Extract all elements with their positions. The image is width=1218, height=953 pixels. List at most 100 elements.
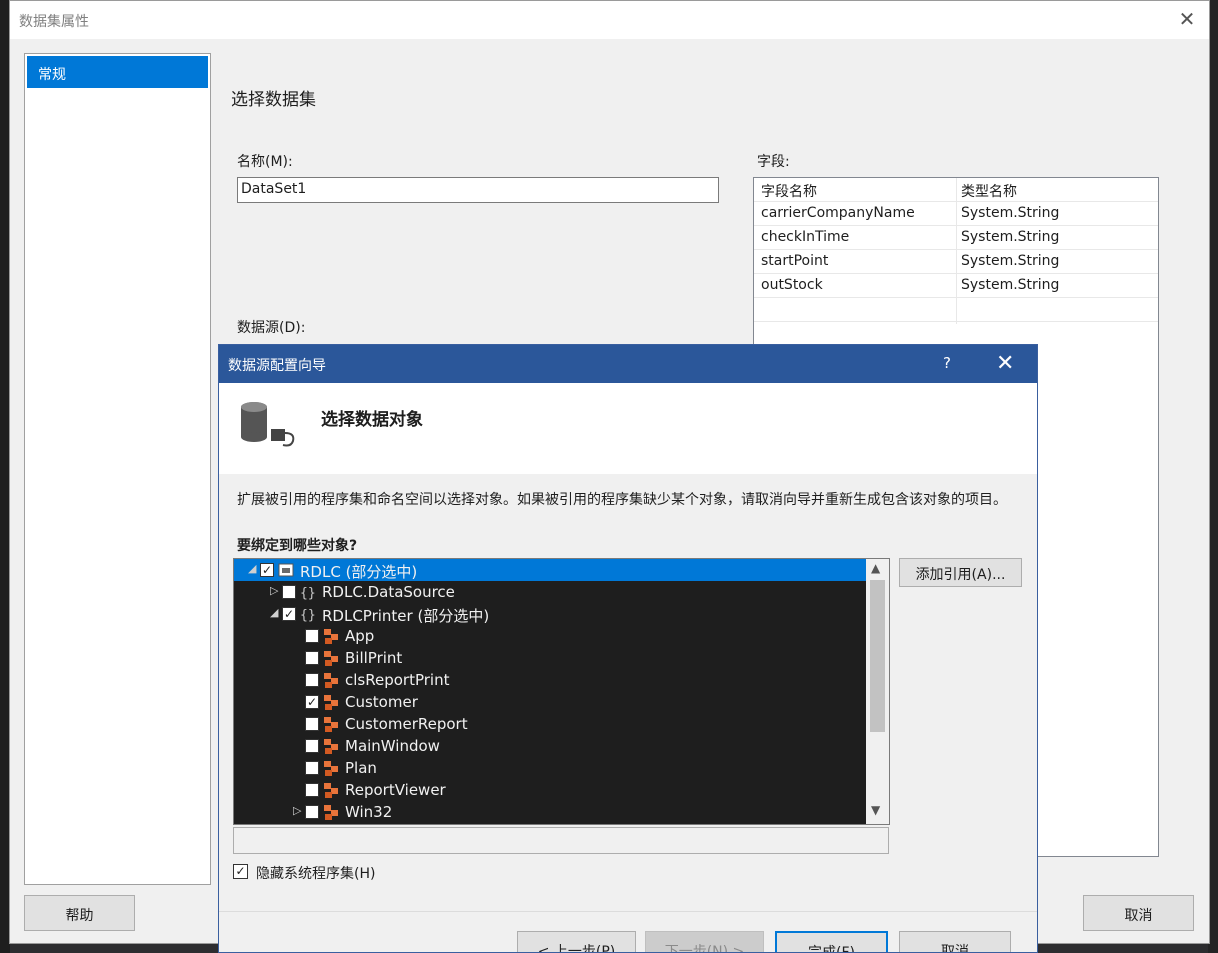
checkbox-icon[interactable]: ✓ [233,864,248,879]
table-header-row: 字段名称 类型名称 [754,178,1158,202]
expand-arrow-icon[interactable]: ▷ [270,584,278,597]
tree-item-label: RDLC.DataSource [322,583,455,601]
collapse-arrow-icon[interactable]: ◢ [270,606,278,619]
tree-item[interactable]: clsReportPrint [234,669,866,691]
close-icon[interactable]: ✕ [1177,9,1197,29]
footer-divider [219,911,1037,912]
tree-item[interactable]: BillPrint [234,647,866,669]
field-name-cell: outStock [761,277,823,293]
hide-system-label: 隐藏系统程序集(H) [256,866,376,882]
tree-item[interactable]: ▷ {} RDLC.DataSource [234,581,866,603]
field-name-cell: carrierCompanyName [761,205,915,221]
database-icon [241,402,295,447]
wizard-cancel-button[interactable]: 取消 [899,931,1011,952]
tree-item[interactable]: ◢ ✓ {} RDLCPrinter (部分选中) [234,603,866,625]
class-icon [324,805,338,820]
tree-item[interactable]: MainWindow [234,735,866,757]
tree-item-label: BillPrint [345,649,403,667]
tree-checkbox[interactable]: ✓ [282,607,296,621]
object-tree[interactable]: ◢ ✓ RDLC (部分选中) ▷ {} RDLC.DataSource ◢ ✓ {} RDLCP… [233,558,890,825]
fields-label: 字段: [757,154,790,170]
name-label: 名称(M): [237,154,293,170]
tree-item-label: Win32 [345,803,393,821]
table-row-empty[interactable] [754,298,1158,322]
tree-item-label: Plan [345,759,377,777]
wizard-description: 扩展被引用的程序集和命名空间以选择对象。如果被引用的程序集缺少某个对象，请取消向… [237,492,1007,508]
tree-checkbox[interactable] [305,651,319,665]
column-header-field-name[interactable]: 字段名称 [761,181,817,201]
tree-checkbox[interactable] [305,805,319,819]
tree-item[interactable]: CustomerReport [234,713,866,735]
class-icon [324,739,338,754]
next-button[interactable]: 下一步(N) > [645,931,764,952]
help-button[interactable]: 帮助 [24,895,135,931]
assembly-icon [278,563,294,577]
finish-button[interactable]: 完成(F) [775,931,888,952]
wizard-title: 数据源配置向导 [228,358,326,374]
type-name-cell: System.String [961,277,1060,293]
class-icon [324,673,338,688]
tree-item-label: CustomerReport [345,715,468,733]
tree-item-label: RDLC (部分选中) [300,563,418,581]
class-icon [324,783,338,798]
tree-scrollbar[interactable]: ▲ ▼ [866,559,889,824]
scrollbar-thumb[interactable] [870,580,885,732]
prev-button[interactable]: < 上一步(P) [517,931,636,952]
help-icon[interactable]: ? [943,354,951,372]
scroll-up-icon[interactable]: ▲ [871,561,880,575]
collapse-arrow-icon[interactable]: ◢ [248,562,256,575]
tree-item[interactable]: App [234,625,866,647]
tree-checkbox[interactable]: ✓ [260,563,274,577]
datasource-label: 数据源(D): [237,320,306,336]
class-icon [324,695,338,710]
scroll-down-icon[interactable]: ▼ [871,803,880,817]
nav-item-general[interactable]: 常规 [27,56,208,88]
tree-checkbox[interactable] [305,739,319,753]
table-row[interactable]: outStock System.String [754,274,1158,298]
table-row[interactable]: startPoint System.String [754,250,1158,274]
wizard-title-bar: 数据源配置向导 ? ✕ [219,345,1037,383]
tree-item[interactable]: ✓ Customer [234,691,866,713]
tree-item-label: App [345,627,375,645]
nav-panel: 常规 [24,53,211,885]
tree-item[interactable]: Plan [234,757,866,779]
tree-item[interactable]: ▷ Win32 [234,801,866,823]
class-icon [324,761,338,776]
tree-item[interactable]: ◢ ✓ RDLC (部分选中) [234,559,866,581]
section-title: 选择数据集 [231,90,316,110]
column-header-type-name[interactable]: 类型名称 [961,181,1017,201]
add-reference-button[interactable]: 添加引用(A)... [899,558,1022,587]
tree-checkbox[interactable]: ✓ [305,695,319,709]
tree-item-label: Customer [345,693,418,711]
datasource-wizard-dialog: 数据源配置向导 ? ✕ 选择数据对象 扩展被引用的程序集和命名空间以选择对象。如… [218,344,1038,953]
tree-checkbox[interactable] [305,673,319,687]
tree-item-label: clsReportPrint [345,671,450,689]
dialog-title: 数据集属性 [19,14,89,30]
tree-item-label: RDLCPrinter (部分选中) [322,607,490,625]
type-name-cell: System.String [961,229,1060,245]
tree-checkbox[interactable] [305,717,319,731]
expand-arrow-icon[interactable]: ▷ [293,804,301,817]
table-row[interactable]: checkInTime System.String [754,226,1158,250]
name-input[interactable]: DataSet1 [237,177,719,203]
type-name-cell: System.String [961,205,1060,221]
tree-checkbox[interactable] [305,629,319,643]
svg-text:{}: {} [300,586,316,601]
tree-item-label: MainWindow [345,737,440,755]
wizard-header: 选择数据对象 [219,383,1037,474]
tree-item[interactable]: ReportViewer [234,779,866,801]
cancel-button[interactable]: 取消 [1083,895,1194,931]
namespace-icon: {} [300,586,316,601]
namespace-icon: {} [300,608,316,623]
svg-text:{}: {} [300,608,316,623]
close-icon[interactable]: ✕ [996,351,1014,376]
tree-item-label: ReportViewer [345,781,446,799]
wizard-header-title: 选择数据对象 [321,410,423,430]
tree-checkbox[interactable] [305,783,319,797]
field-name-cell: startPoint [761,253,829,269]
table-row[interactable]: carrierCompanyName System.String [754,202,1158,226]
tree-checkbox[interactable] [282,585,296,599]
status-box [233,827,889,854]
tree-checkbox[interactable] [305,761,319,775]
class-icon [324,717,338,732]
